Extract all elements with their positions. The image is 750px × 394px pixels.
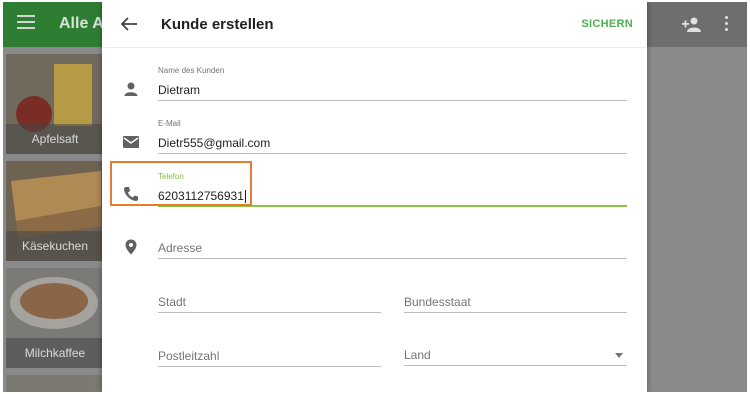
location-icon xyxy=(125,239,137,255)
city-field[interactable]: Stadt xyxy=(158,289,381,315)
field-value: 6203112756931 xyxy=(158,189,246,204)
field-underline xyxy=(404,312,627,313)
field-placeholder: Adresse xyxy=(158,241,203,255)
address-field[interactable]: Adresse xyxy=(158,235,627,261)
state-field[interactable]: Bundesstaat xyxy=(404,289,627,315)
product-tile[interactable]: Apfelsaft xyxy=(6,54,104,154)
person-icon xyxy=(124,82,138,96)
field-underline xyxy=(158,366,381,367)
dropdown-arrow-icon xyxy=(615,353,623,358)
field-placeholder: Land xyxy=(404,348,431,362)
screen: Alle Ar Apfelsaft Käsekuchen Milchkaffee… xyxy=(3,2,747,392)
field-label: Name des Kunden xyxy=(158,66,225,75)
field-underline xyxy=(158,205,627,207)
field-underline xyxy=(158,312,381,313)
field-label: E-Mail xyxy=(158,119,181,128)
menu-icon[interactable] xyxy=(17,15,35,29)
product-tile[interactable] xyxy=(6,375,104,392)
text-caret xyxy=(244,190,246,204)
field-label: Telefon xyxy=(158,172,184,181)
email-icon xyxy=(123,136,139,148)
create-customer-dialog: Kunde erstellen SICHERN Name des Kunden … xyxy=(102,2,647,392)
field-placeholder: Stadt xyxy=(158,295,187,309)
tile-label: Käsekuchen xyxy=(6,231,104,261)
field-underline xyxy=(404,365,627,366)
customer-name-field[interactable]: Name des Kunden Dietram xyxy=(158,66,627,102)
save-button[interactable]: SICHERN xyxy=(581,18,633,30)
zip-field[interactable]: Postleitzahl xyxy=(158,343,381,369)
email-field[interactable]: E-Mail Dietr555@gmail.com xyxy=(158,119,627,155)
phone-value: 6203112756931 xyxy=(158,189,244,203)
field-value: Dietr555@gmail.com xyxy=(158,136,271,150)
product-tile[interactable]: Milchkaffee xyxy=(6,268,104,368)
field-underline xyxy=(158,153,627,154)
dialog-header: Kunde erstellen SICHERN xyxy=(102,2,647,48)
country-select[interactable]: Land xyxy=(404,342,627,368)
back-arrow-icon[interactable] xyxy=(120,16,138,32)
more-vert-icon[interactable] xyxy=(725,16,729,32)
add-person-icon[interactable] xyxy=(681,16,703,32)
phone-icon xyxy=(124,187,138,201)
field-placeholder: Bundesstaat xyxy=(404,295,471,309)
field-placeholder: Postleitzahl xyxy=(158,349,220,363)
phone-field[interactable]: Telefon 6203112756931 xyxy=(158,172,627,208)
tile-label: Milchkaffee xyxy=(6,338,104,368)
dialog-title: Kunde erstellen xyxy=(161,16,274,33)
app-bar-actions xyxy=(647,2,747,47)
tile-label: Apfelsaft xyxy=(6,124,104,154)
background-area xyxy=(647,47,747,392)
field-underline xyxy=(158,100,627,101)
field-value: Dietram xyxy=(158,83,201,97)
field-underline xyxy=(158,258,627,259)
product-tile[interactable]: Käsekuchen xyxy=(6,161,104,261)
